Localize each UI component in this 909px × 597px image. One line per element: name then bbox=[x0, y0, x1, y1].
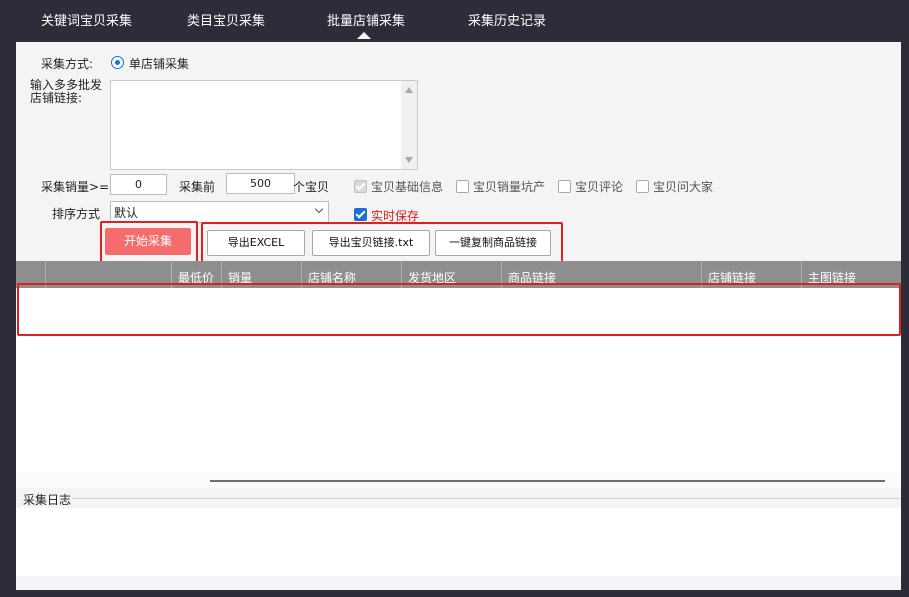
table-horizontal-scrollbar[interactable] bbox=[16, 472, 901, 488]
copy-links-button[interactable]: 一键复制商品链接 bbox=[435, 230, 551, 256]
ask-everyone-checkbox[interactable] bbox=[636, 180, 649, 193]
mode-label: 采集方式: bbox=[41, 57, 94, 71]
collect-count-input[interactable]: 500 bbox=[226, 173, 295, 194]
log-divider bbox=[72, 498, 901, 499]
reviews-checkbox[interactable] bbox=[558, 180, 571, 193]
reviews-label: 宝贝评论 bbox=[575, 180, 624, 194]
checkmark-icon bbox=[355, 180, 366, 191]
active-tab-indicator bbox=[357, 32, 371, 39]
sales-output-checkbox[interactable] bbox=[456, 180, 469, 193]
tab-category-collect[interactable]: 类目宝贝采集 bbox=[187, 10, 265, 29]
main-panel: 采集方式: 单店铺采集 输入多多批发 店铺链接: 采集销量>= 0 采集前 50… bbox=[16, 42, 901, 590]
scrollbar-thumb[interactable] bbox=[210, 480, 885, 482]
tab-collect-history[interactable]: 采集历史记录 bbox=[468, 10, 546, 29]
shop-links-textarea[interactable] bbox=[110, 80, 418, 170]
chevron-down-icon bbox=[314, 204, 324, 214]
base-info-label: 宝贝基础信息 bbox=[371, 180, 444, 194]
log-textarea[interactable] bbox=[16, 508, 901, 576]
highlight-table-row bbox=[17, 283, 901, 336]
sales-output-label: 宝贝销量坑产 bbox=[473, 180, 546, 194]
textarea-scrollbar[interactable] bbox=[401, 81, 417, 169]
single-shop-radio-label[interactable]: 单店铺采集 bbox=[129, 55, 189, 72]
scroll-down-icon[interactable] bbox=[405, 157, 413, 163]
start-collect-button[interactable]: 开始采集 bbox=[105, 228, 191, 255]
sort-select-value: 默认 bbox=[114, 206, 139, 220]
base-info-checkbox[interactable] bbox=[354, 180, 367, 193]
tab-batch-shop-collect[interactable]: 批量店铺采集 bbox=[327, 10, 405, 29]
checkmark-icon bbox=[355, 208, 366, 219]
items-unit-label: 个宝贝 bbox=[293, 180, 330, 194]
sort-select[interactable]: 默认 bbox=[110, 201, 329, 223]
log-title: 采集日志 bbox=[23, 493, 72, 507]
tab-bar: 关键词宝贝采集 类目宝贝采集 批量店铺采集 采集历史记录 bbox=[0, 0, 909, 42]
tab-keyword-collect[interactable]: 关键词宝贝采集 bbox=[41, 10, 132, 29]
ask-everyone-label: 宝贝问大家 bbox=[653, 180, 714, 194]
collect-front-label: 采集前 bbox=[179, 180, 216, 194]
realtime-save-checkbox[interactable] bbox=[354, 208, 367, 221]
shop-links-label: 输入多多批发 店铺链接: bbox=[30, 79, 102, 105]
scroll-up-icon[interactable] bbox=[405, 87, 413, 93]
sort-label: 排序方式 bbox=[52, 207, 101, 221]
export-excel-button[interactable]: 导出EXCEL bbox=[207, 230, 305, 256]
shop-links-label-line2: 店铺链接: bbox=[30, 91, 83, 105]
single-shop-radio[interactable] bbox=[111, 56, 124, 69]
sales-threshold-label: 采集销量>= bbox=[41, 180, 110, 194]
export-links-button[interactable]: 导出宝贝链接.txt bbox=[312, 230, 430, 256]
sales-threshold-input[interactable]: 0 bbox=[110, 174, 167, 195]
